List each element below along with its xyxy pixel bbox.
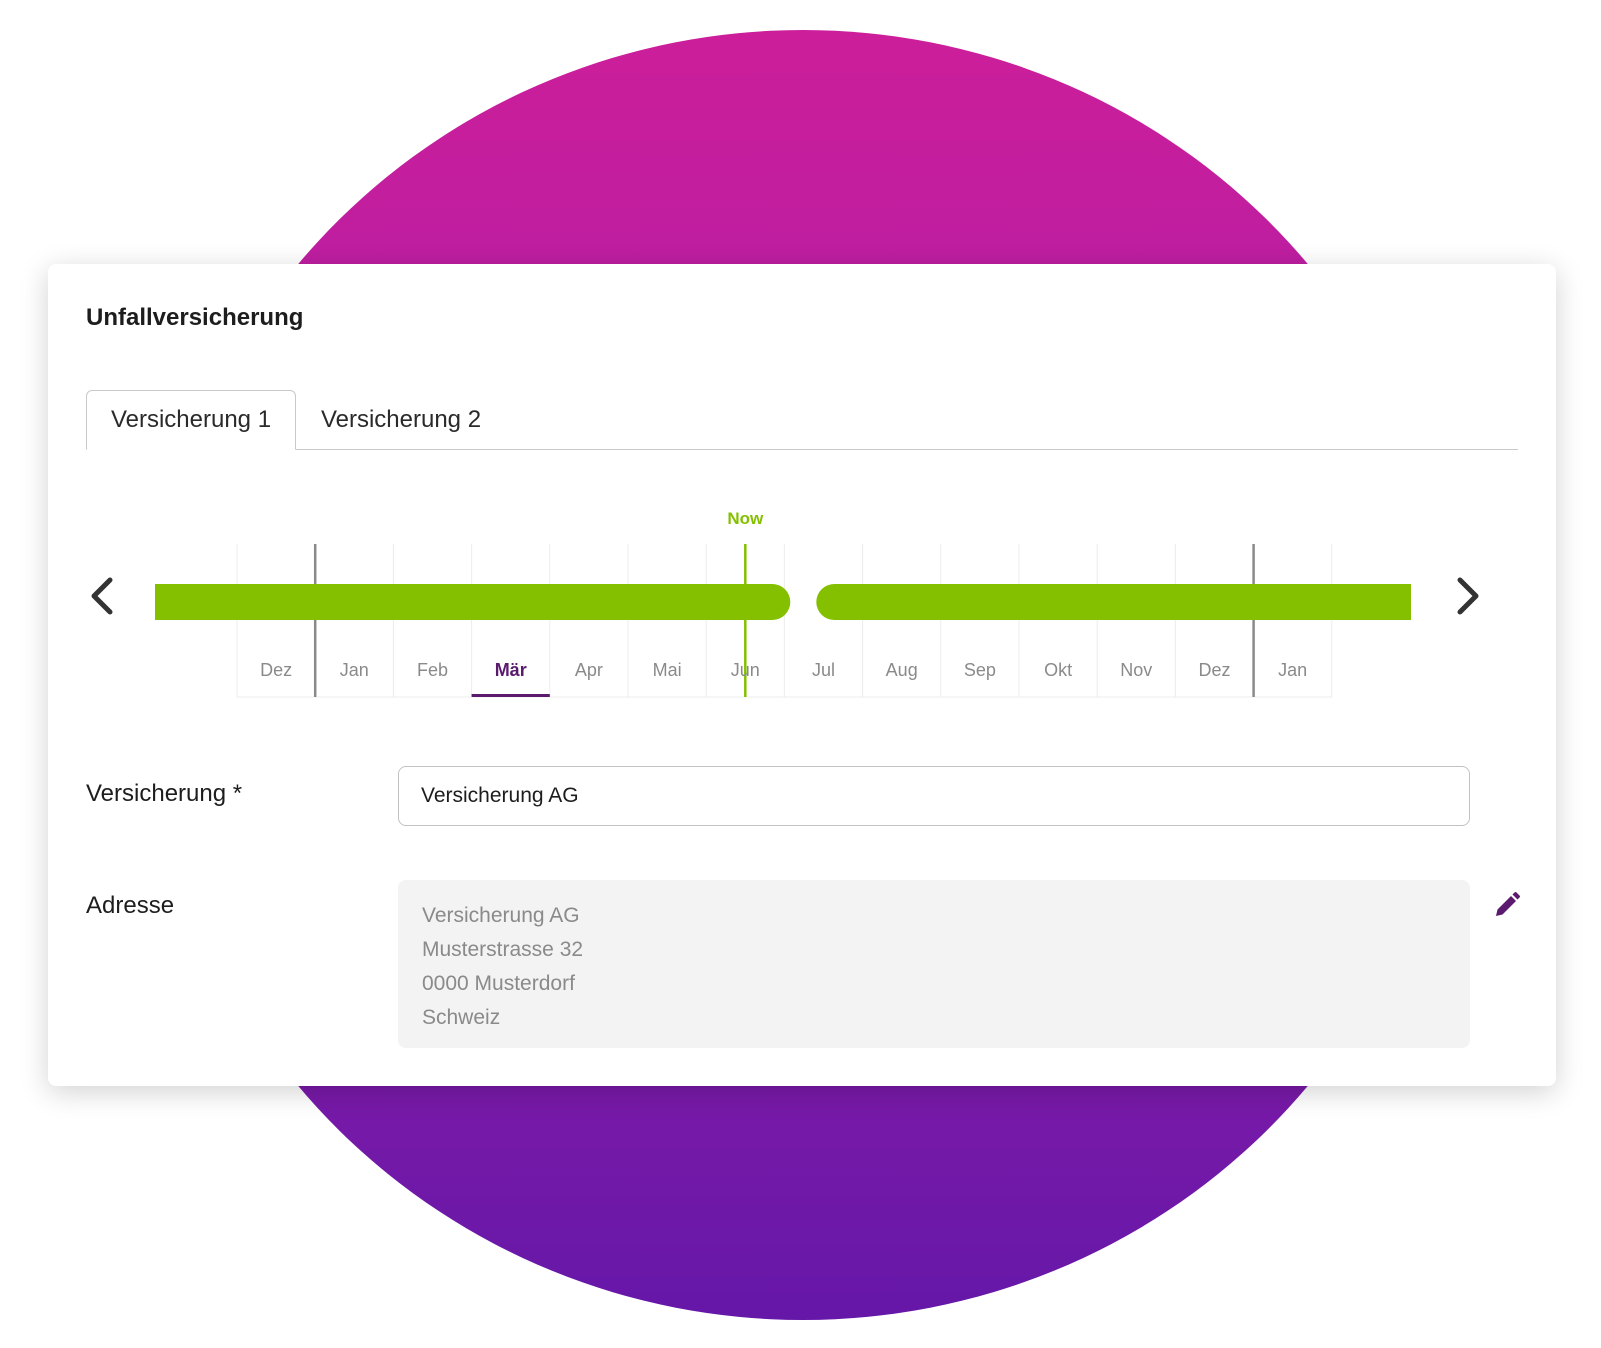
timeline: Now Dez Jan Feb Mär Apr Mai Jun Jul Aug Sep Okt Nov D… bbox=[155, 509, 1411, 698]
month-label-aug[interactable]: Aug bbox=[886, 660, 918, 680]
month-label-nov[interactable]: Nov bbox=[1120, 660, 1152, 680]
address-line: Musterstrasse 32 bbox=[422, 938, 584, 961]
month-label-apr[interactable]: Apr bbox=[575, 660, 603, 680]
insurer-input[interactable] bbox=[398, 766, 1470, 826]
edit-address-button[interactable] bbox=[1492, 890, 1522, 920]
insurance-card: Unfallversicherung Versicherung 1 Versic… bbox=[48, 264, 1556, 1086]
month-label-feb[interactable]: Feb bbox=[417, 660, 448, 680]
address-label: Adresse bbox=[86, 892, 175, 919]
month-label-sep[interactable]: Sep bbox=[964, 660, 996, 680]
tab-versicherung-1[interactable]: Versicherung 1 bbox=[86, 390, 296, 450]
selected-month-indicator bbox=[471, 694, 550, 697]
address-line: 0000 Musterdorf bbox=[422, 972, 575, 995]
month-label-okt[interactable]: Okt bbox=[1044, 660, 1072, 680]
month-label-mai[interactable]: Mai bbox=[653, 660, 682, 680]
month-label-mär[interactable]: Mär bbox=[495, 660, 527, 680]
coverage-bar-1[interactable] bbox=[155, 584, 791, 620]
month-label-jul[interactable]: Jul bbox=[812, 660, 835, 680]
now-marker-label: Now bbox=[727, 509, 764, 528]
address-field: Versicherung AG Musterstrasse 32 0000 Mu… bbox=[398, 880, 1470, 1048]
coverage-bar-2[interactable] bbox=[816, 584, 1411, 620]
month-label-jan[interactable]: Jan bbox=[1278, 660, 1307, 680]
insurer-label: Versicherung * bbox=[86, 780, 243, 807]
address-line: Versicherung AG bbox=[422, 904, 580, 927]
month-label-dez[interactable]: Dez bbox=[1198, 660, 1230, 680]
month-label-jun[interactable]: Jun bbox=[731, 660, 760, 680]
month-label-jan[interactable]: Jan bbox=[340, 660, 369, 680]
month-label-dez[interactable]: Dez bbox=[260, 660, 292, 680]
address-line: Schweiz bbox=[422, 1006, 501, 1029]
pencil-icon bbox=[1496, 892, 1520, 916]
